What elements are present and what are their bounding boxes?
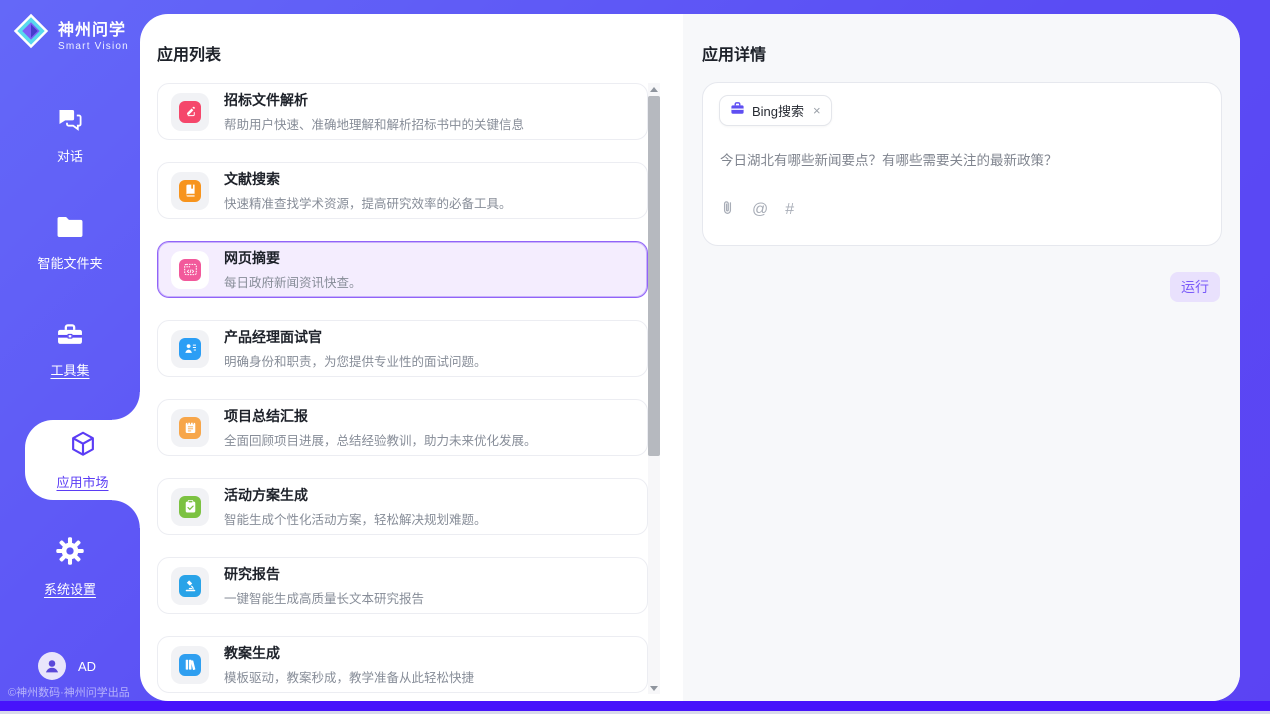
main-panel: 应用列表 招标文件解析 帮助用户快速、准确地理解和解析招标书中的关键信息 文献搜… — [140, 14, 1240, 701]
notepad-icon — [179, 417, 201, 439]
sidebar-item-toolset[interactable]: 工具集 — [0, 310, 140, 390]
app-card-title: 项目总结汇报 — [224, 406, 537, 426]
prompt-input[interactable]: 今日湖北有哪些新闻要点？有哪些需要关注的最新政策？ — [720, 149, 1205, 169]
microscope-icon — [179, 575, 201, 597]
book-icon — [179, 180, 201, 202]
app-card-project-report[interactable]: 项目总结汇报 全面回顾项目进展，总结经验教训，助力未来优化发展。 — [157, 399, 648, 456]
app-card-pm-interviewer[interactable]: 产品经理面试官 明确身份和职责，为您提供专业性的面试问题。 — [157, 320, 648, 377]
app-card-desc: 每日政府新闻资讯快查。 — [224, 272, 362, 291]
browser-icon — [179, 259, 201, 281]
mention-icon[interactable]: @ — [752, 202, 768, 218]
app-card-title: 文献搜索 — [224, 169, 512, 189]
scrollbar-thumb[interactable] — [648, 96, 660, 456]
app-card-title: 产品经理面试官 — [224, 327, 487, 347]
app-card-lesson-plan[interactable]: 教案生成 模板驱动，教案秒成，教学准备从此轻松快捷 — [157, 636, 648, 693]
books-icon — [179, 654, 201, 676]
folder-icon — [55, 214, 85, 245]
app-card-title: 招标文件解析 — [224, 90, 524, 110]
user-account[interactable]: AD — [38, 652, 96, 680]
app-card-research-report[interactable]: 研究报告 一键智能生成高质量长文本研究报告 — [157, 557, 648, 614]
app-card-title: 网页摘要 — [224, 248, 362, 268]
sidebar-item-app-market[interactable]: 应用市场 — [25, 420, 140, 500]
briefcase-icon — [730, 101, 745, 121]
cube-icon — [68, 429, 98, 464]
sidebar-item-smart-folder[interactable]: 智能文件夹 — [0, 203, 140, 283]
app-card-title: 研究报告 — [224, 564, 424, 584]
scroll-down-arrow-icon[interactable] — [648, 682, 660, 694]
app-card-desc: 一键智能生成高质量长文本研究报告 — [224, 588, 424, 607]
app-card-desc: 全面回顾项目进展，总结经验教训，助力未来优化发展。 — [224, 430, 537, 449]
user-name: AD — [78, 659, 96, 674]
scrollbar[interactable] — [648, 83, 660, 694]
app-card-title: 教案生成 — [224, 643, 474, 663]
app-card-title: 活动方案生成 — [224, 485, 487, 505]
scroll-up-arrow-icon[interactable] — [648, 83, 660, 95]
run-button[interactable]: 运行 — [1170, 272, 1220, 302]
copyright-footer: ©神州数码·神州问学出品 — [8, 684, 130, 700]
app-detail-title: 应用详情 — [702, 41, 766, 65]
app-card-desc: 模板驱动，教案秒成，教学准备从此轻松快捷 — [224, 667, 474, 686]
bottom-accent-bar — [0, 701, 1270, 711]
avatar — [38, 652, 66, 680]
sidebar-item-chat[interactable]: 对话 — [0, 95, 140, 175]
app-card-web-summary[interactable]: 网页摘要 每日政府新闻资讯快查。 — [157, 241, 648, 298]
composer-toolbar: @ # — [720, 199, 794, 221]
app-list: 招标文件解析 帮助用户快速、准确地理解和解析招标书中的关键信息 文献搜索 快速精… — [157, 83, 648, 714]
attachment-icon[interactable] — [720, 199, 735, 221]
tool-tag-label: Bing搜索 — [752, 101, 804, 120]
sidebar-item-settings[interactable]: 系统设置 — [0, 527, 140, 607]
prompt-card: Bing搜索 × 今日湖北有哪些新闻要点？有哪些需要关注的最新政策？ @ # — [702, 82, 1222, 246]
sidebar: 神州问学 Smart Vision 对话 智能文件夹 工具集 应用市场 系统设置… — [0, 0, 140, 714]
app-card-desc: 快速精准查找学术资源，提高研究效率的必备工具。 — [224, 193, 512, 212]
app-card-desc: 明确身份和职责，为您提供专业性的面试问题。 — [224, 351, 487, 370]
app-list-title: 应用列表 — [157, 41, 221, 65]
hash-icon[interactable]: # — [785, 202, 794, 218]
app-list-panel: 应用列表 招标文件解析 帮助用户快速、准确地理解和解析招标书中的关键信息 文献搜… — [140, 14, 683, 701]
chat-icon — [55, 105, 85, 138]
app-card-desc: 智能生成个性化活动方案，轻松解决规划难题。 — [224, 509, 487, 528]
app-card-desc: 帮助用户快速、准确地理解和解析招标书中的关键信息 — [224, 114, 524, 133]
app-detail-panel: 应用详情 Bing搜索 × 今日湖北有哪些新闻要点？有哪些需要关注的最新政策？ — [683, 14, 1240, 701]
app-card-event-plan[interactable]: 活动方案生成 智能生成个性化活动方案，轻松解决规划难题。 — [157, 478, 648, 535]
brand-subtitle: Smart Vision — [58, 41, 129, 52]
clipboard-check-icon — [179, 496, 201, 518]
tool-tag-bing-search[interactable]: Bing搜索 × — [719, 95, 832, 126]
brand-title: 神州问学 — [58, 16, 129, 40]
app-card-bid-parse[interactable]: 招标文件解析 帮助用户快速、准确地理解和解析招标书中的关键信息 — [157, 83, 648, 140]
interview-icon — [179, 338, 201, 360]
gear-icon — [55, 536, 85, 571]
app-card-doc-search[interactable]: 文献搜索 快速精准查找学术资源，提高研究效率的必备工具。 — [157, 162, 648, 219]
toolbox-icon — [55, 321, 85, 352]
diamond-logo-icon — [12, 12, 50, 55]
close-icon[interactable]: × — [813, 104, 821, 117]
brand-logo: 神州问学 Smart Vision — [0, 0, 140, 55]
pen-square-icon — [179, 101, 201, 123]
